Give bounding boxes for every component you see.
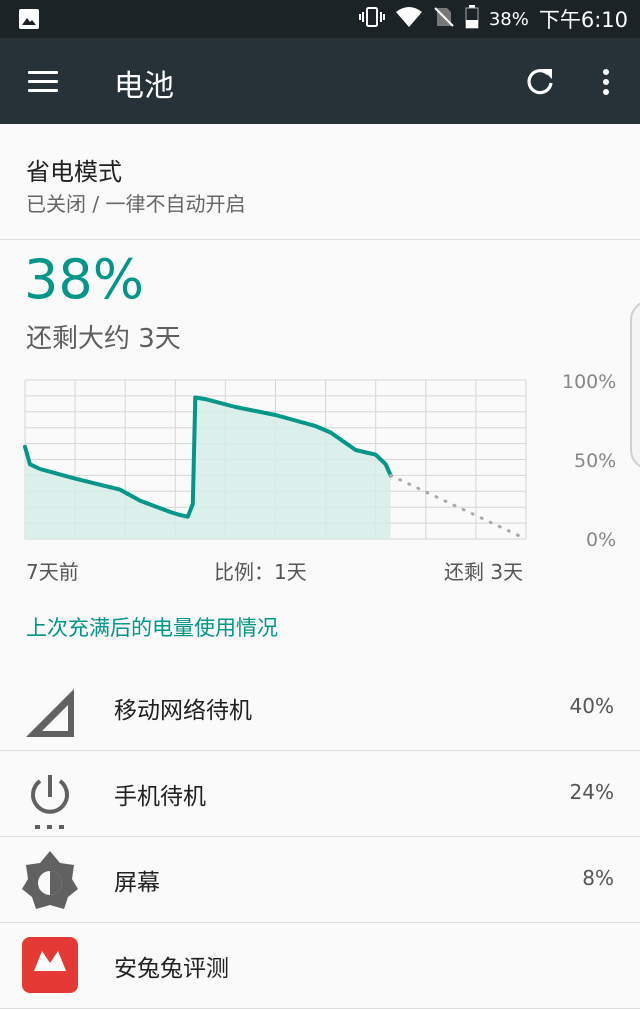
phone-idle-icon — [20, 759, 80, 829]
app-bar: 电池 — [0, 38, 640, 124]
usage-value: 8% — [582, 866, 614, 890]
clock: 下午6:10 — [538, 8, 628, 32]
refresh-button[interactable] — [522, 64, 558, 100]
usage-row-mobile-network[interactable]: 移动网络待机 40% — [0, 665, 640, 751]
x-label-end: 还剩 3天 — [444, 560, 524, 584]
usage-section-header: 上次充满后的电量使用情况 — [26, 616, 278, 640]
status-icons: 38% 下午6:10 — [358, 0, 628, 38]
no-sim-icon — [433, 6, 455, 33]
gallery-notification-icon — [18, 8, 40, 34]
more-vert-icon — [603, 69, 609, 95]
wifi-icon — [395, 6, 423, 33]
chart-area-fill — [25, 397, 391, 539]
y-tick-label: 0% — [586, 529, 616, 551]
battery-percent: 38% — [488, 8, 529, 30]
power-saver-title: 省电模式 — [26, 158, 122, 186]
usage-label: 手机待机 — [114, 784, 206, 810]
usage-label: 安兔兔评测 — [114, 956, 229, 982]
edge-panel-handle[interactable] — [630, 300, 640, 470]
usage-label: 移动网络待机 — [114, 698, 252, 724]
power-saver-status: 已关闭 / 一律不自动开启 — [26, 192, 246, 216]
usage-label: 屏幕 — [114, 870, 160, 896]
usage-row-phone-idle[interactable]: 手机待机 24% — [0, 751, 640, 837]
battery-icon — [465, 4, 479, 34]
antutu-app-icon — [20, 931, 80, 1001]
screen-brightness-icon — [20, 845, 80, 915]
usage-row-antutu[interactable]: 安兔兔评测 — [0, 923, 640, 1009]
power-saver-setting[interactable]: 省电模式 已关闭 / 一律不自动开启 — [0, 124, 640, 240]
usage-row-screen[interactable]: 屏幕 8% — [0, 837, 640, 923]
status-bar: 38% 下午6:10 — [0, 0, 640, 38]
y-tick-label: 100% — [562, 371, 616, 393]
cell-signal-icon — [20, 673, 80, 743]
battery-history-chart: 100% 50% 0% — [23, 371, 616, 551]
more-options-button[interactable] — [594, 64, 618, 100]
page-title: 电池 — [114, 69, 174, 104]
menu-button[interactable] — [28, 67, 60, 95]
x-label-start: 7天前 — [26, 560, 79, 584]
x-label-scale: 比例：1天 — [214, 560, 307, 584]
refresh-icon — [527, 69, 553, 95]
time-remaining: 还剩大约 3天 — [26, 324, 181, 354]
battery-level: 38% — [24, 248, 145, 311]
vibrate-icon — [358, 6, 385, 33]
usage-value: 40% — [569, 694, 614, 718]
usage-value: 24% — [569, 780, 614, 804]
y-tick-label: 50% — [574, 450, 616, 472]
